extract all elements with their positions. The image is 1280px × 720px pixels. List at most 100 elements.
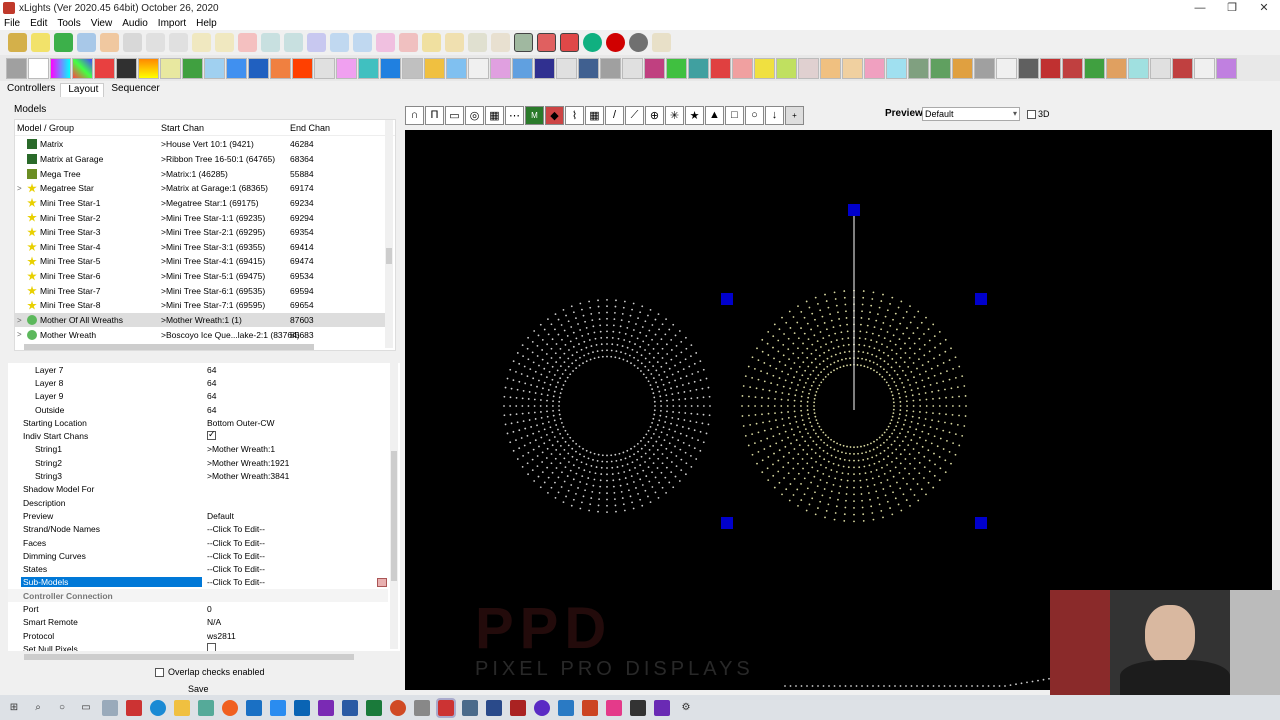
model-row[interactable]: Matrix at Garage >Ribbon Tree 16-50:1 (64… [15,152,385,167]
xlights-active-icon[interactable] [436,697,456,718]
cube-icon[interactable]: ▦ [485,105,504,125]
property-row[interactable]: Layer 7 64 [8,363,388,376]
custom-icon[interactable]: ⋯ [505,105,524,125]
line-icon[interactable]: / [605,105,624,125]
star-icon[interactable]: ★ [685,105,704,125]
onenote-icon[interactable] [318,699,334,716]
garlands-effect-icon[interactable] [358,57,379,79]
property-value[interactable]: 64 [207,365,216,375]
property-value[interactable]: --Click To Edit-- [207,564,265,574]
property-row[interactable]: Protocol ws2811 [8,629,388,642]
property-value[interactable]: N/A [207,617,221,627]
tree-effect-icon[interactable] [1084,57,1105,79]
app-icon[interactable] [654,699,670,716]
property-value[interactable]: Default [207,511,234,521]
property-row[interactable]: Starting Location Bottom Outer-CW [8,416,388,429]
property-row[interactable]: Description [8,496,388,509]
excel-icon[interactable] [366,699,382,716]
rotate-handle[interactable] [848,204,860,216]
menu-file[interactable]: File [4,18,20,29]
cut-icon[interactable] [192,32,211,52]
model-row[interactable]: Mini Tree Star-1 >Megatree Star:1 (69175)… [15,196,385,211]
fan-effect-icon[interactable] [270,57,291,79]
save-button[interactable]: Save [188,684,209,694]
gear-icon[interactable]: ⚙ [678,700,694,716]
curtain-effect-icon[interactable] [182,57,203,79]
app-icon[interactable] [606,699,622,716]
piano-effect-icon[interactable] [622,57,643,79]
galaxy-effect-icon[interactable] [336,57,357,79]
sequence-settings-icon[interactable] [560,32,579,52]
property-checkbox[interactable] [207,643,216,651]
tendril-effect-icon[interactable] [1018,57,1039,79]
firefox-icon[interactable] [222,699,238,716]
candle-effect-icon[interactable] [116,57,137,79]
property-row[interactable]: Dimming Curves --Click To Edit-- [8,549,388,562]
menu-tools[interactable]: Tools [57,18,80,29]
glediator-effect-icon[interactable] [380,57,401,79]
add-object-icon[interactable]: + [785,105,804,125]
menu-audio[interactable]: Audio [122,18,148,29]
servo-effect-icon[interactable] [732,57,753,79]
spirograph-effect-icon[interactable] [952,57,973,79]
property-row[interactable]: Layer 9 64 [8,390,388,403]
property-value[interactable]: --Click To Edit-- [207,538,265,548]
models-vscroll[interactable] [385,120,393,348]
wave-effect-icon[interactable] [1194,57,1215,79]
help-icon[interactable] [583,32,602,52]
image-icon[interactable]: ◆ [545,105,564,125]
app-icon[interactable] [630,699,646,716]
candycane-icon[interactable]: Π [425,105,444,125]
app-icon[interactable] [558,699,574,716]
property-row[interactable]: Layer 8 64 [8,376,388,389]
state-effect-icon[interactable] [974,57,995,79]
brush-icon[interactable] [652,32,671,52]
dmx-icon[interactable]: M [525,105,544,125]
property-row[interactable]: Controller Connection [8,589,388,603]
model-row[interactable]: Mini Tree Star-2 >Mini Tree Star-1:1 (692… [15,210,385,225]
shader-effect-icon[interactable] [754,57,775,79]
unlock-icon[interactable] [169,32,188,52]
outlook-icon[interactable] [294,699,310,716]
wreath-icon[interactable]: ○ [745,105,764,125]
3d-checkbox[interactable] [1027,109,1036,119]
property-value[interactable]: >Mother Wreath:1921 [207,458,289,468]
app-icon[interactable] [510,699,526,716]
zoom-in-icon[interactable] [514,32,533,52]
tree-icon[interactable]: ▲ [705,105,724,125]
property-value[interactable]: 64 [207,405,216,415]
expand-icon[interactable]: > [17,316,22,325]
light-bulb-icon[interactable] [629,32,648,52]
adjust-effect-icon[interactable] [50,57,71,79]
restore-button[interactable]: ❐ [1216,0,1248,16]
polyline-icon[interactable]: ⟋ [625,105,644,125]
property-row[interactable]: States --Click To Edit-- [8,563,388,576]
menu-help[interactable]: Help [196,18,217,29]
model-row[interactable]: Mini Tree Star-7 >Mini Tree Star-6:1 (695… [15,284,385,299]
life-effect-icon[interactable] [446,57,467,79]
arch-icon[interactable]: ∩ [405,105,424,125]
clear-icon[interactable] [307,32,326,52]
liquid-effect-icon[interactable] [512,57,533,79]
property-value[interactable]: Bottom Outer-CW [207,418,275,428]
app-icon[interactable] [534,699,550,716]
icicles-icon[interactable]: ⌇ [565,105,584,125]
property-value[interactable]: 64 [207,378,216,388]
faces-effect-icon[interactable] [248,57,269,79]
tab-sequencer[interactable]: Sequencer [104,83,164,97]
property-row[interactable]: Faces --Click To Edit-- [8,536,388,549]
model-row[interactable]: Mini Tree Star-4 >Mini Tree Star-3:1 (693… [15,240,385,255]
moving-head-effect-icon[interactable] [578,57,599,79]
matrix-icon[interactable]: ▦ [585,105,604,125]
save-as-icon[interactable] [100,32,119,52]
cortana-icon[interactable]: ○ [54,700,70,716]
zoom-out-icon[interactable] [537,32,556,52]
xlights-taskbar-icon[interactable] [126,699,142,716]
col-header-start-chan[interactable]: Start Chan [161,123,204,133]
sketch-effect-icon[interactable] [864,57,885,79]
property-row[interactable]: Preview Default [8,509,388,522]
property-row[interactable]: Indiv Start Chans [8,429,388,443]
col-header-model[interactable]: Model / Group [17,123,74,133]
resize-handle-bottom-right[interactable] [975,517,987,529]
resize-handle-bottom-left[interactable] [721,517,733,529]
